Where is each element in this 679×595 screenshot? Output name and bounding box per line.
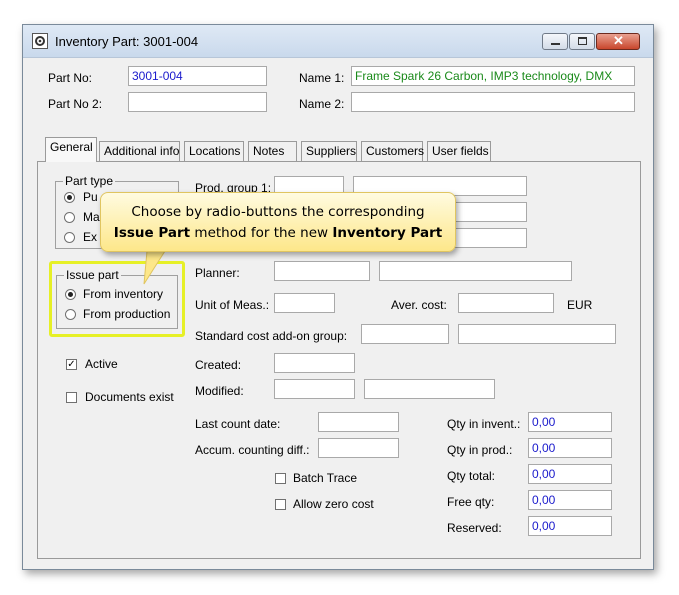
name1-label: Name 1:: [299, 71, 345, 85]
active-label: Active: [85, 357, 118, 371]
documents-exist-label: Documents exist: [85, 390, 174, 404]
unit-of-meas-field[interactable]: [274, 293, 335, 313]
window-title: Inventory Part: 3001-004: [55, 34, 199, 49]
issue-part-radio-production[interactable]: [65, 309, 76, 320]
part-no2-field[interactable]: [128, 92, 267, 112]
tab-customers[interactable]: Customers: [361, 141, 424, 161]
gear-icon: [32, 33, 48, 49]
name2-field[interactable]: [351, 92, 635, 112]
qty-in-prod-label: Qty in prod.:: [447, 443, 513, 457]
part-type-radio-3[interactable]: [64, 232, 75, 243]
active-checkbox[interactable]: ✓: [66, 359, 77, 370]
part-type-label: Part type: [63, 174, 116, 188]
modified-date-field[interactable]: [274, 379, 355, 399]
close-button[interactable]: ✕: [596, 33, 640, 50]
callout-line-1: Choose by radio-buttons the correspondin…: [131, 204, 425, 220]
reserved-field[interactable]: 0,00: [528, 516, 612, 536]
planner-name-field[interactable]: [379, 261, 572, 281]
last-count-date-field[interactable]: [318, 412, 399, 432]
tab-suppliers[interactable]: Suppliers: [301, 141, 357, 161]
qty-in-invent-label: Qty in invent.:: [447, 417, 521, 431]
minimize-button[interactable]: [542, 33, 568, 50]
inventory-part-window: Inventory Part: 3001-004 ✕ Part No: 3001…: [22, 24, 654, 570]
qty-total-field[interactable]: 0,00: [528, 464, 612, 484]
unit-of-meas-label: Unit of Meas.:: [195, 298, 270, 312]
tab-locations[interactable]: Locations: [184, 141, 244, 161]
planner-label: Planner:: [195, 266, 240, 280]
maximize-button[interactable]: [569, 33, 595, 50]
part-type-option-3: Ex: [83, 230, 98, 244]
tab-additional-info[interactable]: Additional info: [99, 141, 180, 161]
part-type-radio-1[interactable]: [64, 192, 75, 203]
name1-field[interactable]: Frame Spark 26 Carbon, IMP3 technology, …: [351, 66, 635, 86]
part-no-label: Part No:: [48, 71, 93, 85]
close-icon: ✕: [613, 33, 624, 48]
tab-user-fields[interactable]: User fields: [427, 141, 491, 161]
callout-middle-text: method for the new: [194, 225, 329, 241]
reserved-label: Reserved:: [447, 521, 502, 535]
callout-bold-inventory-part: Inventory Part: [332, 225, 443, 241]
currency-label: EUR: [567, 298, 593, 312]
tab-notes[interactable]: Notes: [248, 141, 297, 161]
callout-line-2: Issue Part method for the new Inventory …: [101, 223, 455, 244]
issue-part-radio-inventory[interactable]: [65, 289, 76, 300]
title-bar: Inventory Part: 3001-004 ✕: [23, 25, 653, 58]
name2-label: Name 2:: [299, 97, 345, 111]
allow-zero-cost-label: Allow zero cost: [293, 497, 374, 511]
issue-part-option-production: From production: [83, 307, 171, 321]
batch-trace-checkbox[interactable]: [275, 473, 286, 484]
allow-zero-cost-checkbox[interactable]: [275, 499, 286, 510]
callout-tooltip: Choose by radio-buttons the correspondin…: [100, 192, 456, 252]
batch-trace-label: Batch Trace: [293, 471, 358, 485]
callout-bold-issue-part: Issue Part: [113, 225, 191, 241]
free-qty-label: Free qty:: [447, 495, 495, 509]
part-type-radio-2[interactable]: [64, 212, 75, 223]
qty-total-label: Qty total:: [447, 469, 496, 483]
modified-label: Modified:: [195, 384, 244, 398]
issue-part-label: Issue part: [64, 268, 121, 282]
part-no2-label: Part No 2:: [48, 97, 103, 111]
qty-in-prod-field[interactable]: 0,00: [528, 438, 612, 458]
maximize-icon: [578, 37, 587, 45]
free-qty-field[interactable]: 0,00: [528, 490, 612, 510]
last-count-date-label: Last count date:: [195, 417, 281, 431]
part-type-option-2: Ma: [83, 210, 100, 224]
std-cost-group-label: Standard cost add-on group:: [195, 329, 348, 343]
tab-general[interactable]: General: [45, 137, 97, 162]
std-cost-group-desc-field[interactable]: [458, 324, 616, 344]
std-cost-group-field[interactable]: [361, 324, 449, 344]
part-no-field[interactable]: 3001-004: [128, 66, 267, 86]
part-type-option-1: Pu: [83, 190, 98, 204]
created-field[interactable]: [274, 353, 355, 373]
created-label: Created:: [195, 358, 242, 372]
minimize-icon: [551, 43, 560, 45]
accum-counting-diff-field[interactable]: [318, 438, 399, 458]
qty-in-invent-field[interactable]: 0,00: [528, 412, 612, 432]
aver-cost-label: Aver. cost:: [391, 298, 447, 312]
accum-counting-diff-label: Accum. counting diff.:: [195, 443, 310, 457]
documents-exist-checkbox[interactable]: [66, 392, 77, 403]
aver-cost-field[interactable]: [458, 293, 554, 313]
planner-field[interactable]: [274, 261, 370, 281]
modified-by-field[interactable]: [364, 379, 495, 399]
